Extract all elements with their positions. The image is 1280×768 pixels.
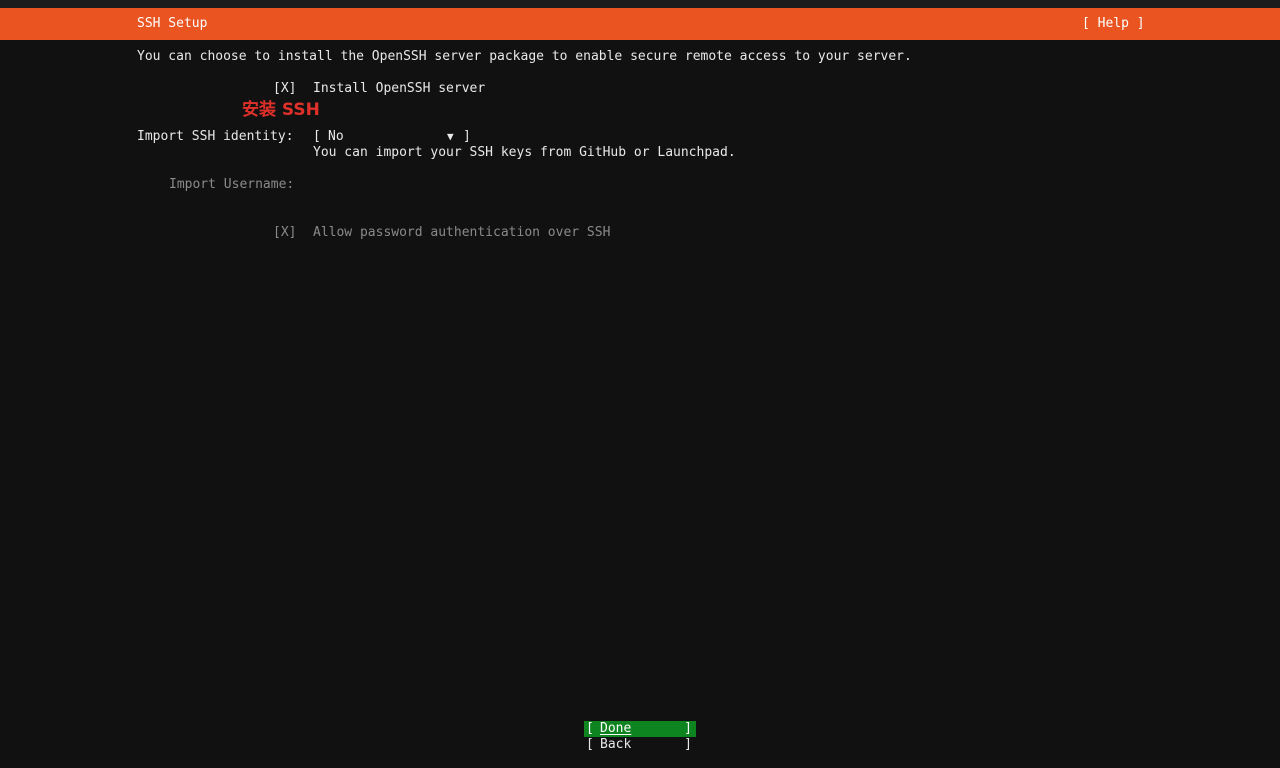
dropdown-close-bracket: ] xyxy=(463,129,471,144)
window-top-strip xyxy=(0,0,1280,8)
back-open-bracket: [ xyxy=(586,737,594,752)
allow-password-label[interactable]: Allow password authentication over SSH xyxy=(313,225,610,241)
import-identity-value: No xyxy=(328,129,344,144)
dropdown-open-bracket: [ xyxy=(313,129,321,144)
install-openssh-label[interactable]: Install OpenSSH server xyxy=(313,81,485,97)
annotation-label: 安装 SSH xyxy=(242,100,320,120)
done-open-bracket: [ xyxy=(586,721,594,736)
done-button[interactable]: [ Done ] xyxy=(584,721,696,737)
chevron-down-icon: ▼ xyxy=(447,130,454,143)
done-close-bracket: ] xyxy=(684,721,692,736)
page-title: SSH Setup xyxy=(137,16,208,31)
import-username-label: Import Username: xyxy=(169,177,295,192)
back-label: Back xyxy=(600,737,632,752)
import-identity-help: You can import your SSH keys from GitHub… xyxy=(313,145,736,160)
import-identity-label: Import SSH identity: xyxy=(137,129,294,144)
back-close-bracket: ] xyxy=(684,737,692,752)
header-bar: SSH Setup [ Help ] xyxy=(0,8,1280,40)
intro-text: You can choose to install the OpenSSH se… xyxy=(137,49,912,64)
allow-password-checkbox[interactable]: [X] xyxy=(273,225,296,241)
help-button[interactable]: [ Help ] xyxy=(1082,16,1145,32)
install-openssh-checkbox[interactable]: [X] xyxy=(273,81,296,97)
done-label: Done xyxy=(600,721,632,736)
import-username-input[interactable] xyxy=(313,177,613,193)
import-identity-dropdown[interactable]: [ No ▼ ] xyxy=(313,129,473,145)
back-button[interactable]: [ Back ] xyxy=(584,737,696,753)
